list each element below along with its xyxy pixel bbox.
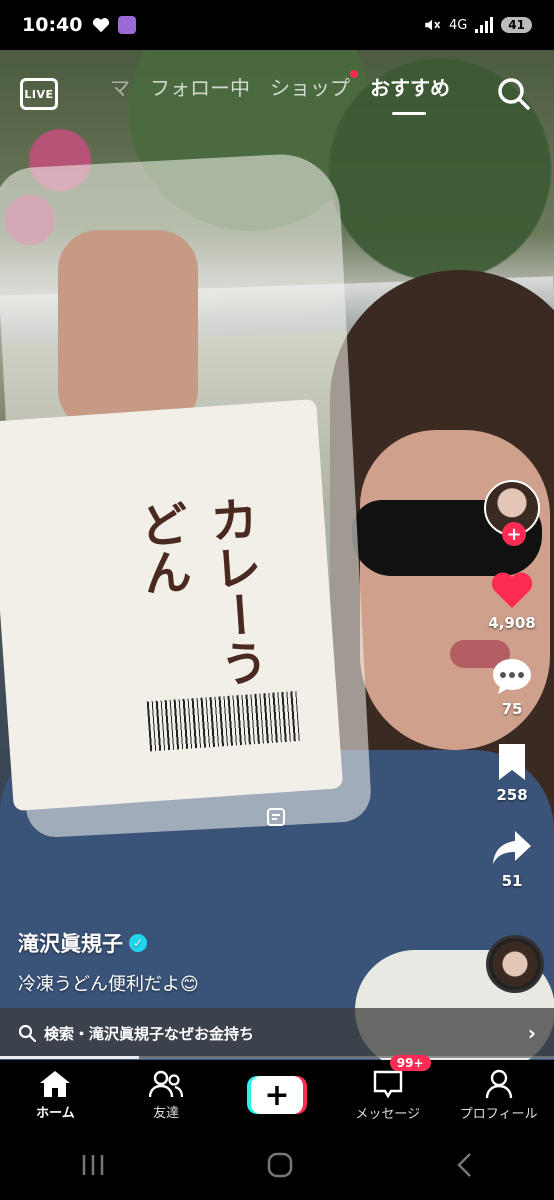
status-bar: 10:40 4G 41 (0, 0, 554, 50)
heart-icon (93, 18, 110, 33)
nav-create[interactable]: + (227, 1076, 327, 1114)
nav-friends[interactable]: 友達 (116, 1070, 216, 1121)
playback-progress-fill (0, 1056, 139, 1059)
comment-icon (493, 659, 531, 694)
notification-dot (350, 70, 358, 78)
creator-avatar[interactable]: + (484, 480, 540, 546)
action-rail: + 4,908 75 258 51 (482, 480, 542, 890)
video-description: 冷凍うどん便利だよ😊 (18, 974, 199, 995)
feed-tabs: マ フォロー中 ショップ おすすめ (110, 70, 450, 115)
tab-shop[interactable]: ショップ (270, 70, 358, 101)
author-name[interactable]: 滝沢眞規子 ✓ (18, 928, 147, 958)
nav-inbox-label: メッセージ (355, 1106, 421, 1122)
share-button[interactable]: 51 (491, 828, 533, 890)
search-icon (18, 1024, 36, 1042)
nav-profile[interactable]: プロフィール (449, 1069, 549, 1122)
save-count: 258 (496, 786, 528, 804)
tab-shop-label: ショップ (270, 76, 350, 100)
inbox-icon (373, 1070, 402, 1098)
heart-icon (491, 572, 533, 609)
nav-home-label: ホーム (36, 1105, 75, 1121)
udon-package: カレーうどん (0, 398, 344, 812)
profile-icon (485, 1069, 512, 1098)
follow-button[interactable]: + (502, 522, 526, 546)
music-disc[interactable] (486, 935, 544, 993)
tab-following[interactable]: フォロー中 (150, 72, 250, 101)
bottom-nav: ホーム 友達 + 99+ メッセージ プロフィール (0, 1054, 554, 1130)
system-nav (0, 1130, 554, 1200)
back-icon[interactable] (454, 1151, 474, 1179)
like-button[interactable]: 4,908 (488, 570, 536, 632)
status-time: 10:40 (22, 14, 83, 36)
unread-badge: 99+ (389, 1054, 431, 1071)
video-player[interactable]: カレーうどん (0, 50, 554, 1060)
translate-icon[interactable] (265, 806, 287, 828)
live-button[interactable]: LIVE (20, 78, 58, 110)
battery-indicator: 41 (501, 17, 532, 33)
search-icon[interactable] (496, 76, 532, 112)
search-suggestion-bar[interactable]: 検索・滝沢眞規子なぜお金持ち › (0, 1008, 554, 1058)
nav-profile-label: プロフィール (459, 1106, 538, 1122)
network-type: 4G (448, 17, 468, 33)
app-badge-icon (118, 16, 137, 34)
recent-apps-icon[interactable] (80, 1153, 106, 1177)
author-label: 滝沢眞規子 (18, 932, 123, 956)
signal-icon (475, 17, 494, 33)
top-nav: LIVE マ フォロー中 ショップ おすすめ (0, 70, 554, 120)
create-button[interactable]: + (246, 1076, 307, 1114)
plus-icon: + (250, 1076, 303, 1114)
comment-count: 75 (501, 700, 523, 718)
nav-friends-label: 友達 (153, 1105, 180, 1121)
nav-home[interactable]: ホーム (5, 1070, 105, 1121)
hand (58, 230, 198, 430)
bookmark-button[interactable]: 258 (494, 742, 530, 804)
like-count: 4,908 (488, 614, 536, 632)
package-title: カレーうどん (129, 493, 269, 689)
verified-icon: ✓ (129, 934, 147, 952)
playback-progress[interactable] (0, 1056, 554, 1059)
home-icon (40, 1070, 71, 1097)
comment-button[interactable]: 75 (490, 656, 534, 718)
nav-inbox[interactable]: 99+ メッセージ (338, 1054, 438, 1122)
mute-icon (425, 19, 441, 31)
chevron-right-icon: › (527, 1021, 536, 1045)
tab-partial[interactable]: マ (110, 72, 130, 101)
bookmark-icon (499, 744, 525, 780)
tab-for-you[interactable]: おすすめ (370, 72, 450, 115)
share-count: 51 (501, 872, 523, 890)
package-barcode (146, 691, 300, 752)
friends-icon (149, 1070, 184, 1097)
search-suggestion-text: 検索・滝沢眞規子なぜお金持ち (44, 1024, 255, 1043)
share-icon (493, 831, 531, 864)
home-button-icon[interactable] (266, 1151, 294, 1179)
